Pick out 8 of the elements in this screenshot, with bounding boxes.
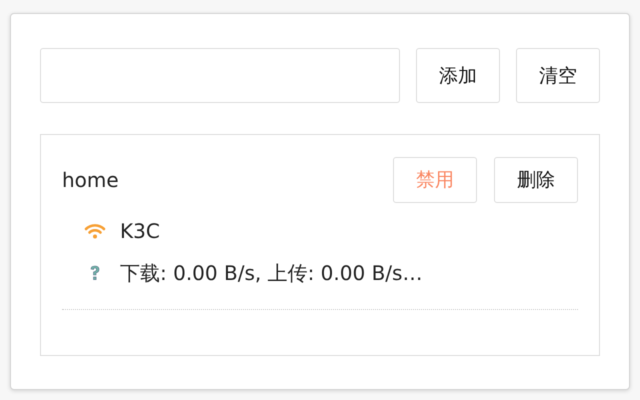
item-text: K3C [120,219,160,243]
action-button[interactable]: 添加 [416,48,500,103]
group-name: home [62,168,119,192]
wifi-icon [84,223,106,239]
action-button[interactable]: 清空 [516,48,600,103]
input-field[interactable] [40,48,400,103]
item-text: 下载: 0.00 B/s, 上传: 0.00 B/s… [120,260,422,286]
delete-button[interactable]: 删除 [494,157,578,203]
